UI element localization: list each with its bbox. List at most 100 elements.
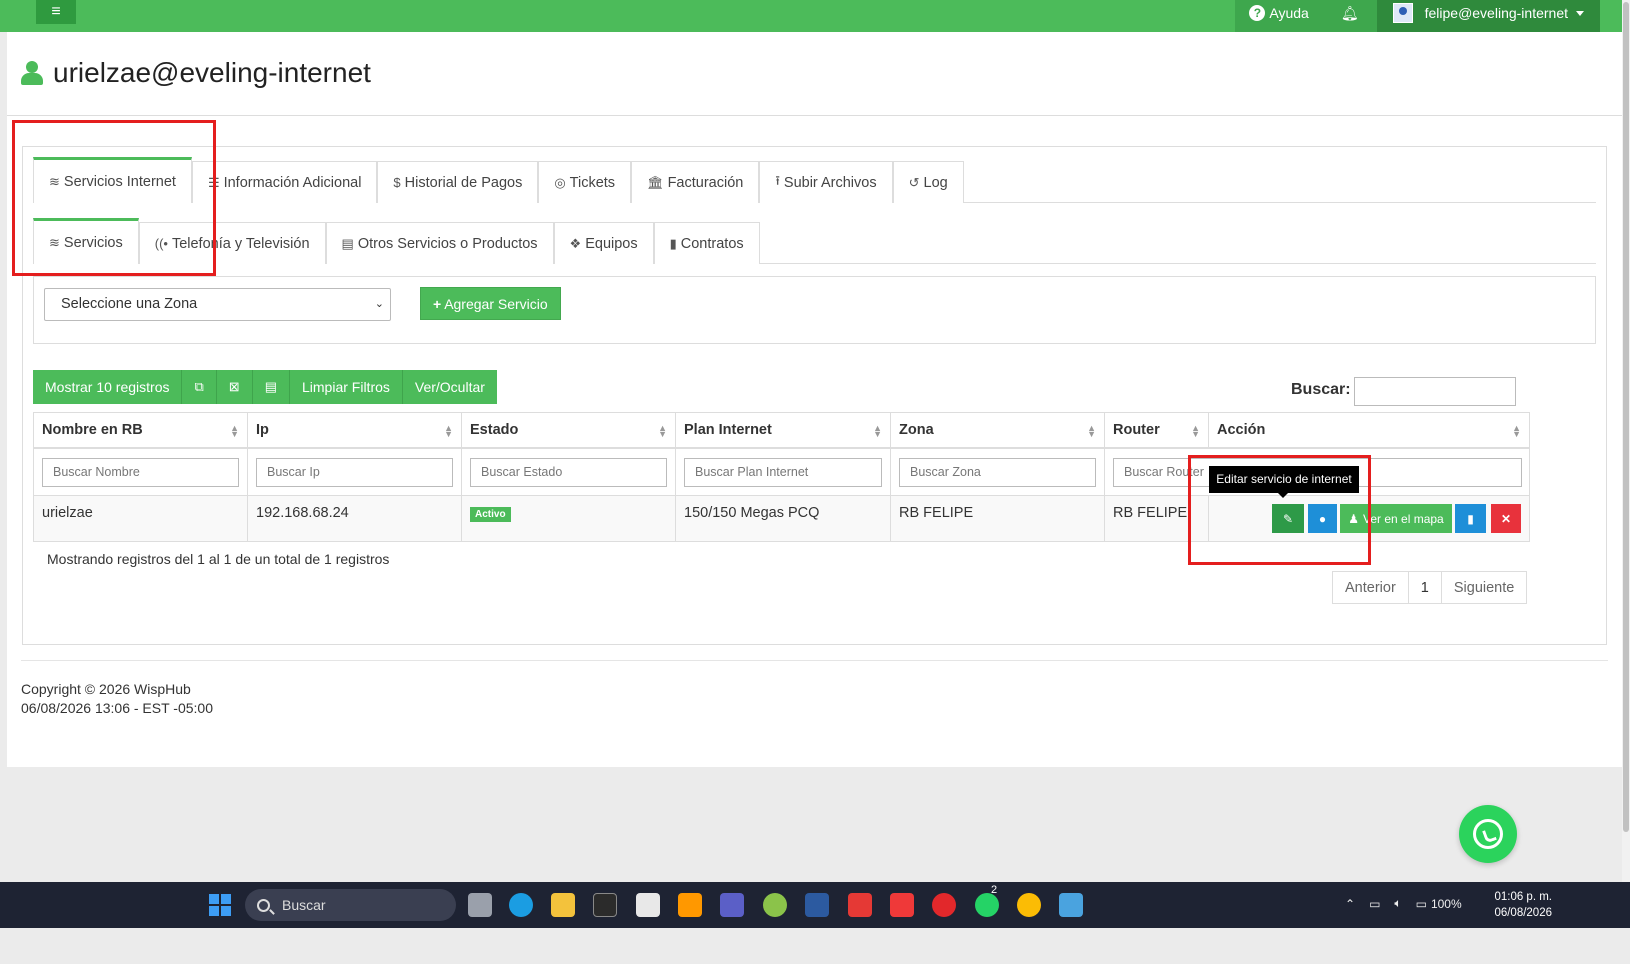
footer-datetime: 06/08/2026 13:06 - EST -05:00 xyxy=(21,700,213,716)
app-icon[interactable] xyxy=(1059,893,1083,917)
edge-icon[interactable] xyxy=(509,893,533,917)
show-records-button[interactable]: Mostrar 10 registros xyxy=(33,370,183,404)
taskbar-search-label: Buscar xyxy=(282,897,326,913)
tab-tickets[interactable]: ◎ Tickets xyxy=(538,161,632,203)
lifebuoy-icon: ◎ xyxy=(554,174,566,190)
tab-label: Facturación xyxy=(667,174,744,191)
search-input[interactable] xyxy=(1354,377,1516,406)
clear-filters-button[interactable]: Limpiar Filtros xyxy=(289,370,403,404)
clear-filters-label: Limpiar Filtros xyxy=(301,379,390,395)
upload-icon: ⭱ xyxy=(775,172,780,188)
tab-facturacion[interactable]: 🏛︎ Facturación xyxy=(631,161,760,203)
whatsapp-chat-button[interactable] xyxy=(1459,805,1517,863)
tab-informacion-adicional[interactable]: ☰ Información Adicional xyxy=(191,161,378,203)
sort-icon: ▲ ▼ xyxy=(1512,423,1521,439)
cell-nombre: urielzae xyxy=(34,496,248,541)
column-label: Ip xyxy=(256,422,269,438)
filter-cell: Buscar Zona xyxy=(891,449,1105,495)
filter-input-plan[interactable]: Buscar Plan Internet xyxy=(684,458,882,487)
file-explorer-icon[interactable] xyxy=(551,893,575,917)
notifications-button[interactable]: 🔔︎ xyxy=(1322,0,1377,32)
notification-badge: 2 xyxy=(991,884,998,896)
column-header[interactable]: Acción ▲ ▼ xyxy=(1209,413,1529,447)
chevron-up-icon[interactable]: ⌃ xyxy=(1345,897,1355,911)
toggle-columns-label: Ver/Ocultar xyxy=(414,379,485,395)
history-icon: ↺ xyxy=(908,174,920,190)
user-label: felipe@eveling-internet xyxy=(1424,5,1568,21)
status-badge: Activo xyxy=(470,507,511,522)
network-icon[interactable]: ▭ xyxy=(1369,897,1380,911)
pagination-prev[interactable]: Anterior xyxy=(1333,572,1409,603)
menu-toggle-button[interactable]: ≡ xyxy=(36,0,76,24)
taskbar-search[interactable]: Buscar xyxy=(245,889,456,921)
filter-input-estado[interactable]: Buscar Estado xyxy=(470,458,667,487)
search-icon xyxy=(257,898,270,912)
highlight-box-tabs xyxy=(12,120,216,276)
column-header[interactable]: Nombre en RB ▲ ▼ xyxy=(34,413,248,447)
page-title-text: urielzae@eveling-internet xyxy=(53,57,371,88)
service-filter-box: Seleccione una Zona ⌄ + Agregar Servicio xyxy=(33,276,1596,344)
add-service-button[interactable]: + Agregar Servicio xyxy=(420,287,561,320)
column-header[interactable]: Zona ▲ ▼ xyxy=(891,413,1105,447)
page-scrollbar[interactable] xyxy=(1622,0,1630,918)
excel-button[interactable]: ⊠ xyxy=(216,370,253,404)
app-icon[interactable] xyxy=(805,893,829,917)
vivaldi-icon[interactable] xyxy=(890,893,914,917)
clock-time: 01:06 p. m. xyxy=(1494,891,1552,903)
copy-button[interactable]: ⧉ xyxy=(182,370,217,404)
csv-button[interactable]: ▤ xyxy=(252,370,290,404)
column-label: Estado xyxy=(470,422,519,438)
scrollbar-thumb[interactable] xyxy=(1623,2,1629,832)
tab-label: Información Adicional xyxy=(223,174,362,191)
task-view-icon[interactable] xyxy=(468,893,492,917)
tab-label: Log xyxy=(923,174,948,191)
filter-input-nombre[interactable]: Buscar Nombre xyxy=(42,458,239,487)
user-menu-button[interactable]: felipe@eveling-internet xyxy=(1376,0,1600,32)
cubes-icon: ❖ xyxy=(569,235,582,251)
terminal-icon[interactable] xyxy=(593,893,617,917)
close-icon: ✕ xyxy=(1500,511,1512,526)
volume-icon[interactable]: 🔈︎ xyxy=(1394,896,1401,911)
battery-icon[interactable]: ▭ xyxy=(1416,897,1427,911)
tab-contratos[interactable]: ▮ Contratos xyxy=(653,222,760,264)
document-button[interactable]: ▮ xyxy=(1455,504,1486,533)
filter-cell: Buscar Ip xyxy=(248,449,462,495)
delete-button[interactable]: ✕ xyxy=(1491,504,1521,533)
column-header[interactable]: Plan Internet ▲ ▼ xyxy=(676,413,891,447)
sublime-text-icon[interactable] xyxy=(678,893,702,917)
filter-input-zona[interactable]: Buscar Zona xyxy=(899,458,1096,487)
filter-input-ip[interactable]: Buscar Ip xyxy=(256,458,453,487)
column-header[interactable]: Ip ▲ ▼ xyxy=(248,413,462,447)
snipping-tool-icon[interactable] xyxy=(636,893,660,917)
app-icon[interactable] xyxy=(763,893,787,917)
chrome-icon[interactable] xyxy=(1017,893,1041,917)
page-title: urielzae@eveling-internet xyxy=(21,57,371,89)
tab-log[interactable]: ↺ Log xyxy=(892,161,964,203)
tab-label: Subir Archivos xyxy=(783,174,877,191)
taskbar-clock[interactable]: 01:06 p. m. 06/08/2026 xyxy=(1490,889,1552,921)
whatsapp-icon xyxy=(1473,819,1503,849)
teams-icon[interactable] xyxy=(720,893,744,917)
sort-icon: ▲ ▼ xyxy=(1191,423,1200,439)
toggle-columns-button[interactable]: Ver/Ocultar xyxy=(402,370,497,404)
tab-equipos[interactable]: ❖ Equipos xyxy=(553,222,654,264)
anydesk-icon[interactable] xyxy=(848,893,872,917)
pagination-next[interactable]: Siguiente xyxy=(1441,572,1527,603)
pagination-page[interactable]: 1 xyxy=(1408,572,1442,603)
file-icon: ▮ xyxy=(669,235,677,251)
tab-label: Otros Servicios o Productos xyxy=(357,235,538,252)
document-icon: ▮ xyxy=(1467,511,1474,526)
tab-subir-archivos[interactable]: ⭱ Subir Archivos xyxy=(759,161,893,203)
tab-historial-pagos[interactable]: $ Historial de Pagos xyxy=(377,161,539,203)
tab-otros-servicios[interactable]: ▤ Otros Servicios o Productos xyxy=(325,222,554,264)
bank-icon: 🏛︎ xyxy=(647,174,664,190)
whatsapp-icon[interactable] xyxy=(975,893,999,917)
windows-start-icon[interactable] xyxy=(209,894,231,916)
opera-icon[interactable] xyxy=(932,893,956,917)
filter-cell: Buscar Nombre xyxy=(34,449,248,495)
column-header[interactable]: Estado ▲ ▼ xyxy=(462,413,676,447)
column-header[interactable]: Router ▲ ▼ xyxy=(1105,413,1209,447)
help-button[interactable]: ? Ayuda xyxy=(1235,0,1323,32)
footer: Copyright © 2026 WispHub 06/08/2026 13:0… xyxy=(21,680,213,718)
zone-select[interactable]: Seleccione una Zona ⌄ xyxy=(44,288,391,321)
